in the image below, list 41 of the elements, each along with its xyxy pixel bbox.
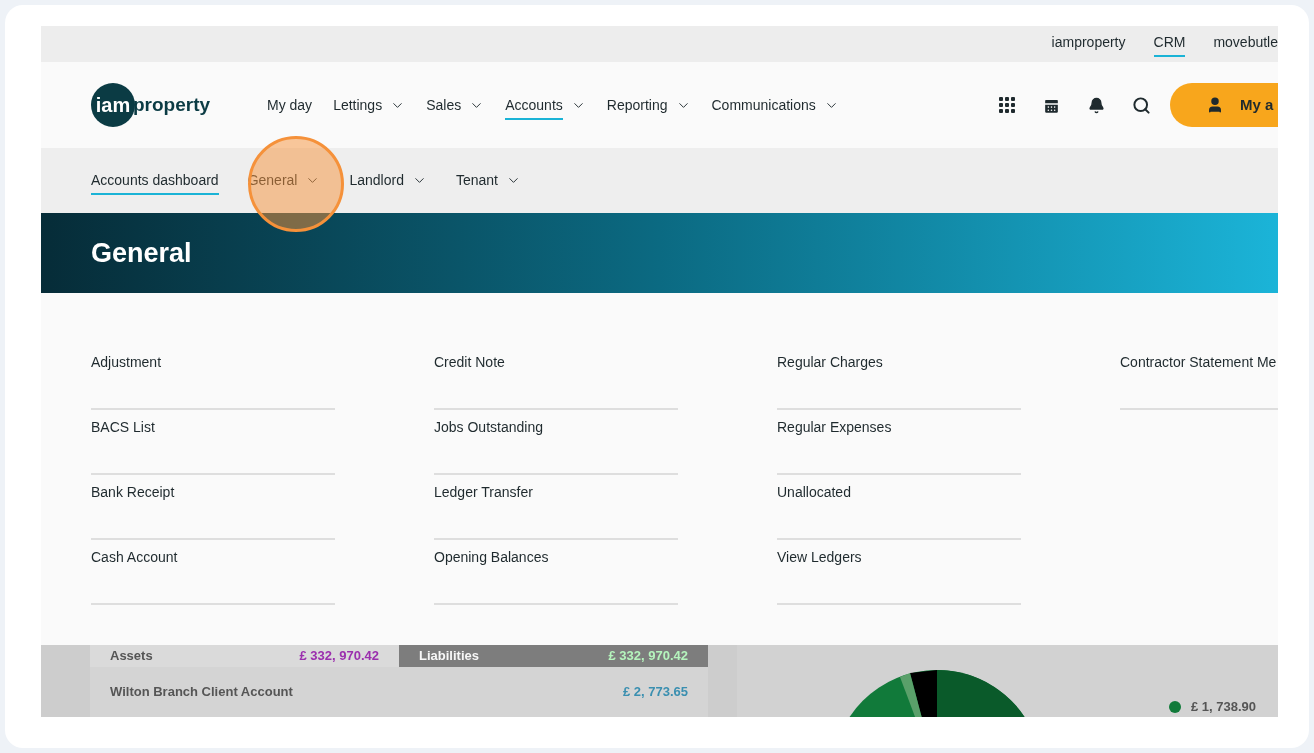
my-account-button[interactable]: My a [1170,83,1278,127]
menu-item[interactable]: Regular Charges [777,345,1021,410]
account-balance: £ 2, 773.65 [622,683,688,701]
bell-icon[interactable] [1088,96,1105,114]
nav-link[interactable]: Accounts [505,90,586,120]
menu-item[interactable]: Jobs Outstanding [434,410,678,475]
nav-link[interactable]: Communications [711,90,839,120]
menu-item[interactable]: Unallocated [777,475,1021,540]
nav-link[interactable]: Lettings [333,90,406,120]
account-name: Wilton Branch Client Account [110,683,293,701]
menu-item[interactable]: View Ledgers [777,540,1021,605]
logo-text: property [133,92,211,117]
menu-item[interactable]: Regular Expenses [777,410,1021,475]
tab-label: Liabilities [419,647,479,666]
menu-item[interactable]: Opening Balances [434,540,678,605]
nav-link[interactable]: Sales [426,90,485,120]
top-link[interactable]: iamproperty [1051,31,1126,57]
user-icon [1206,96,1224,114]
subnav-link[interactable]: Tenant [455,166,521,195]
top-link[interactable]: CRM [1153,31,1186,57]
search-icon[interactable] [1132,95,1151,115]
menu-item[interactable]: Cash Account [91,540,335,605]
menu-item[interactable]: Ledger Transfer [434,475,678,540]
legend-value: £ 1, 738.90 [1191,698,1257,716]
nav-link[interactable]: My day [267,90,313,120]
tab-label: Assets [110,647,153,666]
menu-item[interactable]: Adjustment [91,345,335,410]
menu-item[interactable]: Bank Receipt [91,475,335,540]
total-amount: £ 332, 970.42 [299,647,379,666]
page-title: General [91,236,192,270]
nav-link[interactable]: Reporting [606,90,691,120]
menu-item[interactable]: Contractor Statement Me [1120,345,1278,410]
subnav-link[interactable]: Landlord [349,166,427,195]
menu-item[interactable]: Credit Note [434,345,678,410]
logo[interactable]: iam property [91,83,219,127]
apps-grid-icon[interactable] [999,97,1015,113]
top-link[interactable]: movebutle [1213,31,1278,57]
logo-mark: iam [95,93,131,118]
total-amount: £ 332, 970.42 [608,647,688,666]
subnav-link[interactable]: Accounts dashboard [91,166,219,195]
menu-item[interactable]: BACS List [91,410,335,475]
